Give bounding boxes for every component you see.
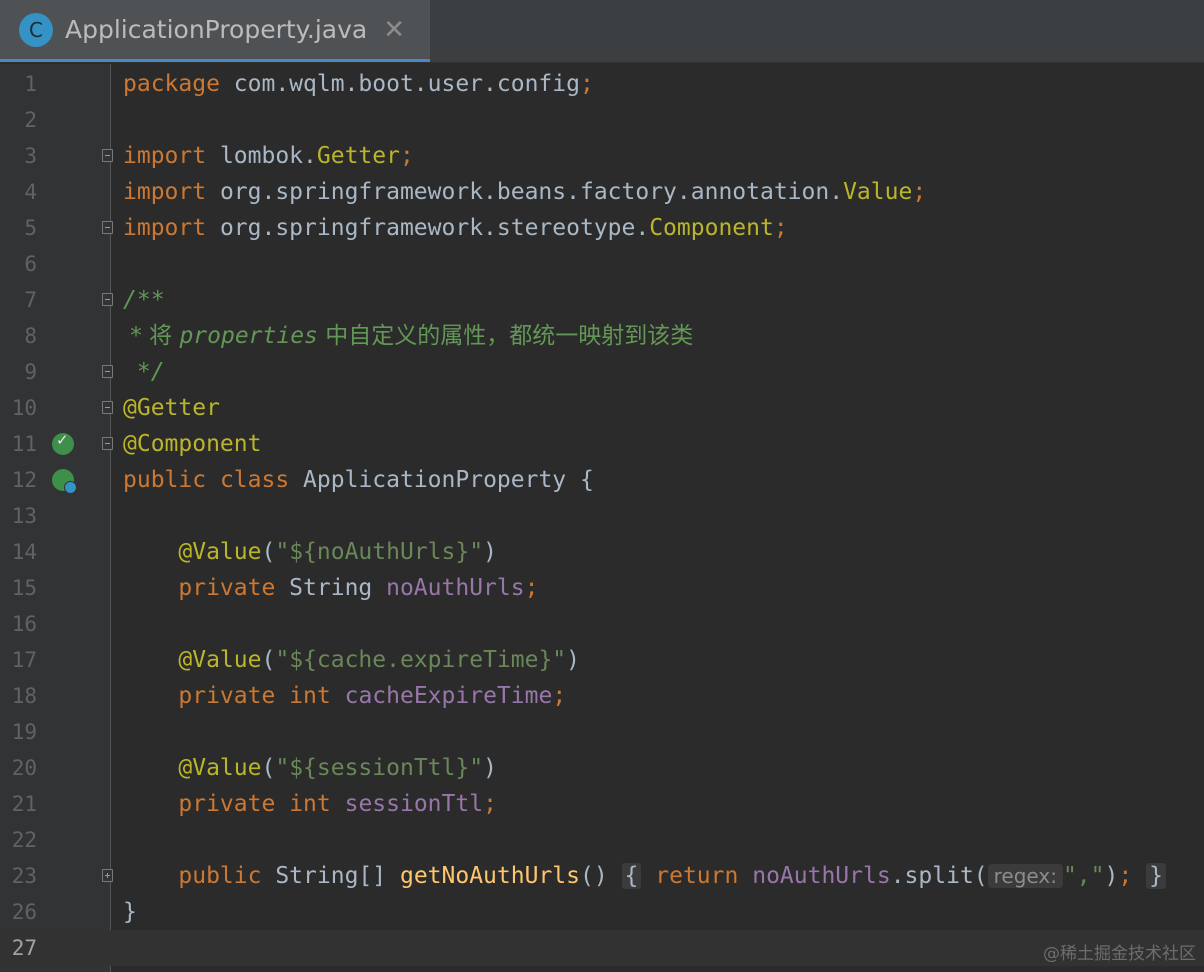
code-line: 23 public String[] getNoAuthUrls() { ret… — [0, 858, 1204, 894]
fold-toggle-icon[interactable] — [102, 437, 113, 450]
tab-title: ApplicationProperty.java — [65, 15, 368, 44]
code-line: 1 package com.wqlm.boot.user.config; — [0, 66, 1204, 102]
code-line: 22 — [0, 822, 1204, 858]
code-line: 2 — [0, 102, 1204, 138]
code-line: 6 — [0, 246, 1204, 282]
parameter-hint: regex: — [987, 864, 1063, 888]
line-number: 2 — [24, 108, 37, 132]
line-number: 12 — [11, 468, 37, 492]
code-line: 21 private int sessionTtl; — [0, 786, 1204, 822]
code-line: 3 import lombok.Getter; — [0, 138, 1204, 174]
line-number: 16 — [11, 612, 37, 636]
fold-toggle-icon[interactable] — [102, 401, 113, 414]
java-class-icon: C — [19, 12, 53, 47]
code-line: 19 — [0, 714, 1204, 750]
line-number: 19 — [11, 720, 37, 744]
close-icon[interactable]: ✕ — [383, 15, 405, 45]
code-line: 11 @Component — [0, 426, 1204, 462]
folded-region[interactable]: { — [621, 863, 642, 889]
line-number: 15 — [11, 576, 37, 600]
line-number: 20 — [11, 756, 37, 780]
code-line: 10 @Getter — [0, 390, 1204, 426]
watermark: @稀土掘金技术社区 — [1043, 944, 1196, 964]
code-line: 13 — [0, 498, 1204, 534]
line-number: 7 — [24, 288, 37, 312]
line-number: 14 — [11, 540, 37, 564]
spring-bean-icon[interactable] — [52, 469, 77, 494]
line-number: 8 — [24, 324, 37, 348]
folded-region[interactable]: } — [1146, 863, 1166, 889]
line-number: 4 — [24, 180, 37, 204]
code-line: 5 import org.springframework.stereotype.… — [0, 210, 1204, 246]
line-number: 27 — [11, 936, 37, 960]
code-line: 17 @Value("${cache.expireTime}") — [0, 642, 1204, 678]
line-number: 18 — [11, 684, 37, 708]
line-number: 10 — [11, 396, 37, 420]
line-number: 6 — [24, 252, 37, 276]
fold-toggle-icon[interactable] — [102, 365, 113, 378]
fold-toggle-icon[interactable] — [102, 221, 113, 234]
line-number: 17 — [11, 648, 37, 672]
code-line: 8 * 将 properties 中自定义的属性，都统一映射到该类 — [0, 318, 1204, 354]
code-line: 14 @Value("${noAuthUrls}") — [0, 534, 1204, 570]
code-line: 7 /** — [0, 282, 1204, 318]
line-number: 3 — [24, 144, 37, 168]
code-line: 18 private int cacheExpireTime; — [0, 678, 1204, 714]
current-line[interactable]: 27 — [0, 930, 1204, 966]
fold-expand-icon[interactable] — [102, 869, 113, 882]
code-line: 20 @Value("${sessionTtl}") — [0, 750, 1204, 786]
line-number: 1 — [24, 72, 37, 96]
code-line: 4 import org.springframework.beans.facto… — [0, 174, 1204, 210]
code-line: 9 */ — [0, 354, 1204, 390]
line-number: 13 — [11, 504, 37, 528]
code-editor[interactable]: 1 package com.wqlm.boot.user.config; 2 3… — [0, 66, 1204, 966]
line-number: 22 — [11, 828, 37, 852]
line-number: 5 — [24, 216, 37, 240]
tab-application-property[interactable]: C ApplicationProperty.java ✕ — [0, 0, 430, 62]
line-number: 21 — [11, 792, 37, 816]
fold-toggle-icon[interactable] — [102, 149, 113, 162]
line-number: 9 — [24, 360, 37, 384]
line-number: 23 — [11, 864, 37, 888]
editor-tab-bar: C ApplicationProperty.java ✕ — [0, 0, 1204, 63]
spring-bean-check-icon[interactable] — [52, 431, 74, 455]
code-line: 26 } — [0, 894, 1204, 930]
line-number: 11 — [11, 432, 37, 456]
fold-toggle-icon[interactable] — [102, 293, 113, 306]
code-line: 12 public class ApplicationProperty { — [0, 462, 1204, 498]
line-number: 26 — [11, 900, 37, 924]
code-line: 16 — [0, 606, 1204, 642]
code-line: 15 private String noAuthUrls; — [0, 570, 1204, 606]
